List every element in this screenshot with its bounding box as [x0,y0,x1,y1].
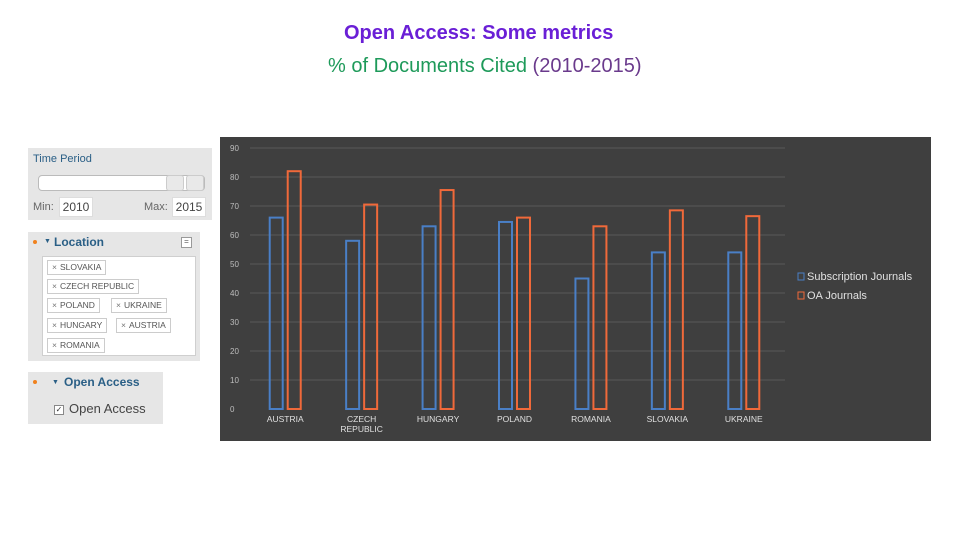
time-period-slider[interactable] [38,175,205,191]
legend-label: OA Journals [807,290,867,302]
bar-oa [439,189,455,410]
open-access-label[interactable]: Open Access [64,375,140,389]
max-year-input[interactable]: 2015 [172,197,206,217]
time-period-panel: Time Period Min: 2010 Max: 2015 [28,148,212,220]
tag-poland[interactable]: × POLAND [47,298,100,313]
remove-icon[interactable]: × [121,320,126,330]
subtitle-period: (2010-2015) [532,55,642,77]
remove-icon[interactable]: × [52,340,57,350]
tag-romania[interactable]: × ROMANIA [47,338,105,353]
bar-subscription [574,277,590,410]
y-tick-label: 40 [230,289,239,298]
x-tick-label: REPUBLIC [340,424,383,434]
tag-austria[interactable]: × AUSTRIA [116,318,171,333]
remove-icon[interactable]: × [116,300,121,310]
tag-hungary[interactable]: × HUNGARY [47,318,108,333]
bar-subscription [727,251,743,411]
y-tick-label: 10 [230,376,239,385]
min-label: Min: [33,201,54,213]
slider-handle-min[interactable] [166,175,184,191]
remove-icon[interactable]: × [52,300,57,310]
y-tick-label: 30 [230,318,239,327]
bar-subscription [421,225,437,410]
open-access-panel: ▼ Open Access ✓ Open Access [28,372,163,424]
location-tag-list: × SLOVAKIA × CZECH REPUBLIC × POLAND × UKRAI… [42,256,196,356]
x-tick-label: ROMANIA [571,414,611,424]
subtitle-metric: % of Documents Cited [328,55,527,77]
bar-subscription [650,251,666,411]
remove-icon[interactable]: × [52,281,57,291]
legend-label: Subscription Journals [807,271,913,283]
bar-subscription [345,239,361,410]
bar-chart: 0 10 20 30 40 50 60 70 80 90 AUSTRIA CZECH REPUBLIC… [220,137,931,441]
x-tick-label: CZECH [347,414,376,424]
y-tick-label: 90 [230,144,239,153]
tag-slovakia[interactable]: × SLOVAKIA [47,260,107,275]
max-label: Max: [144,201,168,213]
bullet-icon [33,240,37,244]
y-tick-label: 20 [230,347,239,356]
time-period-label: Time Period [33,153,92,165]
min-year-input[interactable]: 2010 [59,197,93,217]
tag-czech-republic[interactable]: × CZECH REPUBLIC [47,279,140,294]
legend-swatch [797,291,805,300]
y-tick-label: 0 [230,405,235,414]
bar-subscription [498,220,513,410]
y-tick-label: 80 [230,173,239,182]
y-tick-label: 50 [230,260,239,269]
tag-ukraine[interactable]: × UKRAINE [111,298,167,313]
caret-down-icon[interactable]: ▼ [52,379,59,386]
open-access-checkbox[interactable]: ✓ [54,405,64,415]
y-tick-label: 70 [230,202,239,211]
location-label[interactable]: Location [54,235,104,249]
slide-title: Open Access: Some metrics [344,22,614,44]
bar-oa [592,225,608,410]
remove-icon[interactable]: × [52,320,57,330]
x-tick-label: UKRAINE [725,414,763,424]
x-tick-label: AUSTRIA [267,414,304,424]
caret-down-icon[interactable]: ▼ [44,238,51,245]
chart-svg: 0 10 20 30 40 50 60 70 80 90 AUSTRIA CZECHREPUBLIC… [230,144,913,434]
slide-subtitle: % of Documents Cited (2010-2015) [328,55,642,78]
x-tick-label: SLOVAKIA [647,414,689,424]
x-tick-label: POLAND [497,414,532,424]
remove-icon[interactable]: × [52,262,57,272]
open-access-checkbox-label: Open Access [69,401,146,416]
x-tick-label: HUNGARY [417,414,460,424]
legend-swatch [797,272,805,281]
menu-icon[interactable]: = [181,237,192,248]
bar-oa [286,170,302,411]
location-panel: ▼ Location = × SLOVAKIA × CZECH REPUBLIC ×… [28,232,200,361]
bar-oa [668,209,684,410]
y-tick-label: 60 [230,231,239,240]
slider-handle-max[interactable] [186,175,204,191]
bullet-icon [33,380,37,384]
